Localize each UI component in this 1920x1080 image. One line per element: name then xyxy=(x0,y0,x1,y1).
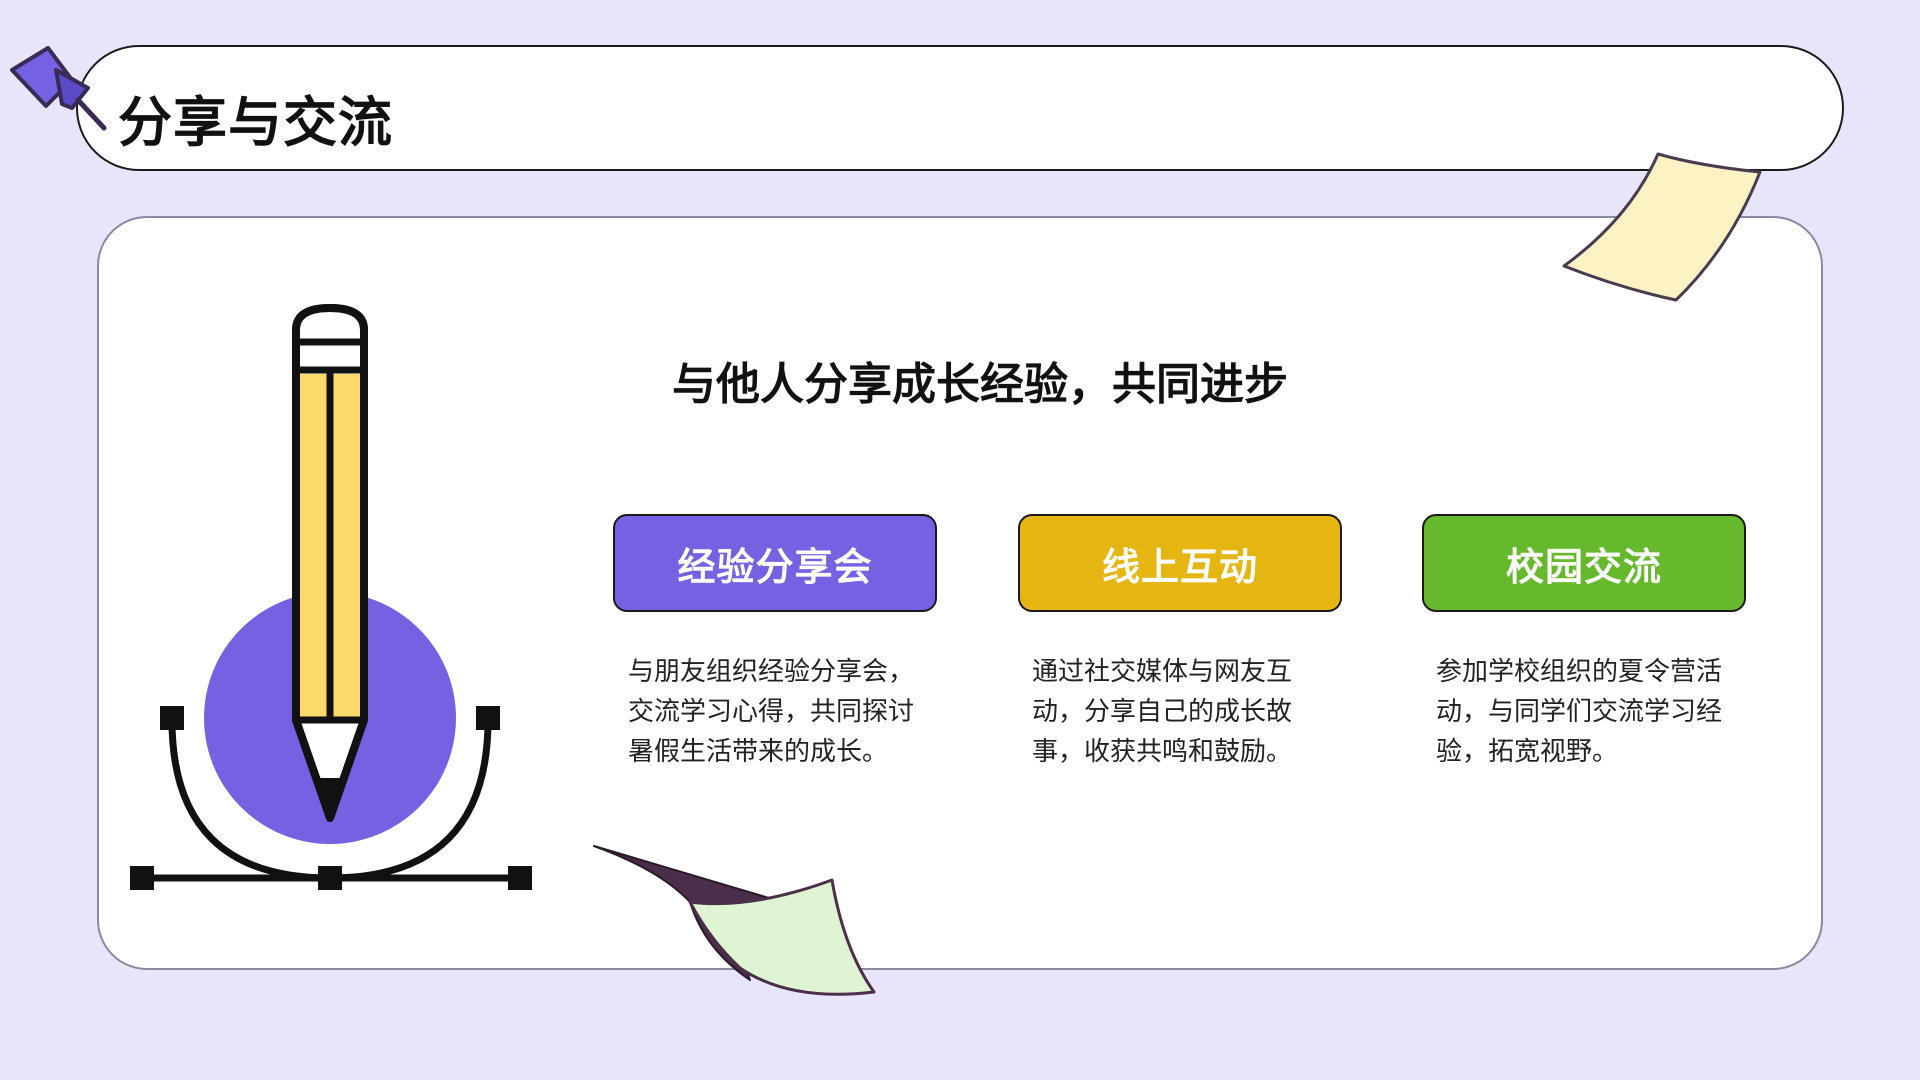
experience-sharing-description: 与朋友组织经验分享会，交流学习心得，共同探讨暑假生活带来的成长。 xyxy=(628,657,915,767)
campus-exchange-button[interactable]: 校园交流 xyxy=(1422,514,1746,612)
curled-note-icon xyxy=(593,845,876,996)
section-subtitle: 与他人分享成长经验，共同进步 xyxy=(672,359,1288,410)
sticky-note-icon xyxy=(1562,152,1762,302)
pushpin-icon xyxy=(10,46,107,131)
campus-exchange-description: 参加学校组织的夏令营活动，与同学们交流学习经验，拓宽视野。 xyxy=(1436,657,1723,767)
online-interaction-button[interactable]: 线上互动 xyxy=(1018,514,1342,612)
online-interaction-description: 通过社交媒体与网友互动，分享自己的成长故事，收获共鸣和鼓励。 xyxy=(1032,657,1293,767)
experience-sharing-button[interactable]: 经验分享会 xyxy=(613,514,937,612)
pencil-bezier-icon xyxy=(130,304,532,890)
page-title: 分享与交流 xyxy=(118,91,393,154)
